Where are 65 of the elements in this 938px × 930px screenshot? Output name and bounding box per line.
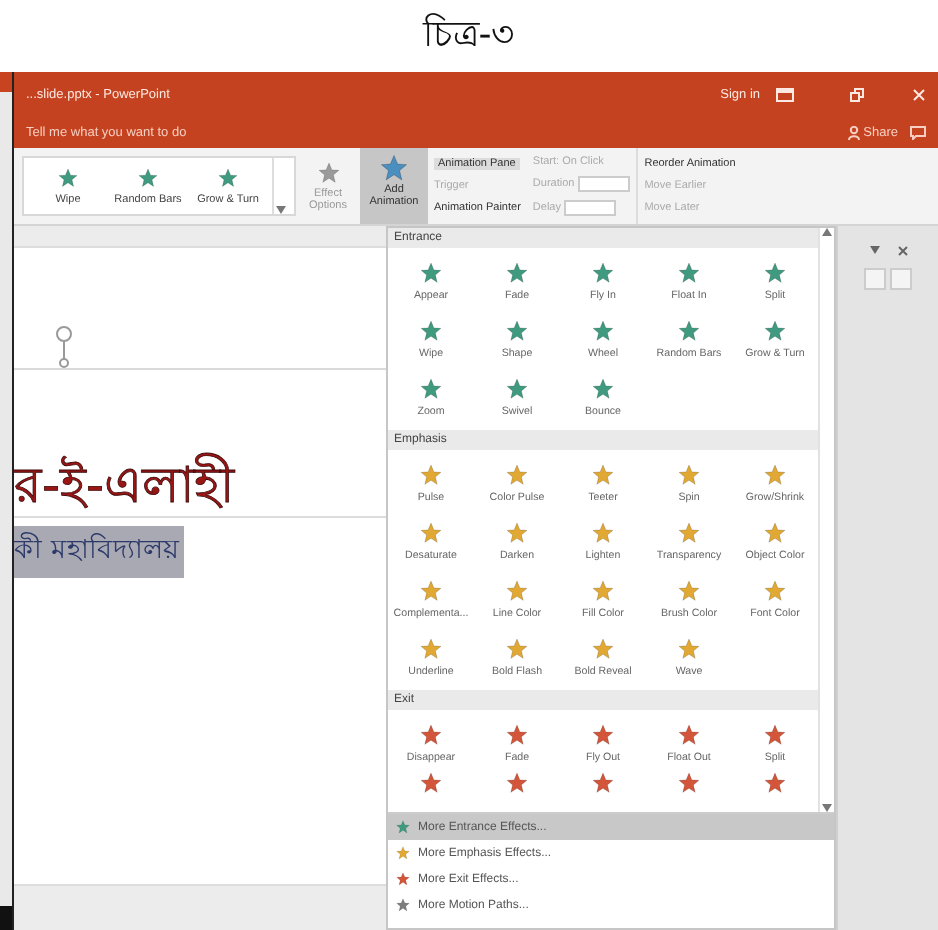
comment-icon[interactable] bbox=[910, 125, 926, 139]
star-icon bbox=[396, 872, 410, 886]
timing-field[interactable] bbox=[578, 176, 631, 192]
star-icon bbox=[592, 377, 614, 399]
star-icon bbox=[420, 579, 442, 601]
star-icon bbox=[678, 261, 700, 283]
star-icon bbox=[420, 377, 442, 399]
star-icon bbox=[592, 463, 614, 485]
star-icon bbox=[506, 377, 528, 399]
star-icon bbox=[420, 521, 442, 543]
ribbon-display-icon[interactable] bbox=[776, 87, 794, 101]
star-icon bbox=[592, 723, 614, 745]
star-icon bbox=[420, 637, 442, 659]
star-icon bbox=[678, 579, 700, 601]
star-icon bbox=[396, 898, 410, 912]
star-icon bbox=[678, 637, 700, 659]
star-icon bbox=[592, 637, 614, 659]
star-icon bbox=[506, 637, 528, 659]
figure-caption: চিত্র-৩ bbox=[422, 11, 516, 59]
slide-subtitle: কী মহাবিদ্যালয় bbox=[14, 526, 185, 579]
star-icon bbox=[592, 521, 614, 543]
star-icon bbox=[420, 723, 442, 745]
slide-title: র-ই-এলাহী bbox=[14, 454, 235, 517]
star-icon bbox=[764, 772, 786, 794]
star-icon bbox=[764, 723, 786, 745]
rotation-handle-icon[interactable] bbox=[54, 324, 74, 368]
restore-icon[interactable] bbox=[850, 87, 864, 101]
star-icon bbox=[764, 319, 786, 341]
star-icon bbox=[764, 261, 786, 283]
star-icon bbox=[592, 772, 614, 794]
star-icon bbox=[218, 167, 238, 187]
star-icon bbox=[678, 319, 700, 341]
star-icon bbox=[506, 723, 528, 745]
star-icon bbox=[506, 261, 528, 283]
star-icon bbox=[506, 579, 528, 601]
star-icon bbox=[420, 319, 442, 341]
star-icon bbox=[420, 463, 442, 485]
gallery-more-icon[interactable] bbox=[275, 206, 285, 214]
star-icon bbox=[58, 167, 78, 187]
star-icon bbox=[420, 772, 442, 794]
scrollbar[interactable] bbox=[818, 228, 834, 812]
dropdown-icon[interactable] bbox=[869, 246, 879, 254]
star-icon bbox=[506, 463, 528, 485]
timing-field[interactable] bbox=[564, 200, 617, 216]
star-icon bbox=[380, 154, 408, 182]
star-icon bbox=[678, 463, 700, 485]
star-icon bbox=[764, 579, 786, 601]
star-icon bbox=[506, 772, 528, 794]
star-icon bbox=[396, 846, 410, 860]
star-icon bbox=[678, 723, 700, 745]
star-icon bbox=[420, 261, 442, 283]
star-icon bbox=[764, 463, 786, 485]
star-icon bbox=[506, 319, 528, 341]
star-icon bbox=[592, 579, 614, 601]
star-icon bbox=[317, 161, 339, 183]
star-icon bbox=[506, 521, 528, 543]
star-icon bbox=[678, 521, 700, 543]
star-icon bbox=[592, 261, 614, 283]
star-icon bbox=[138, 167, 158, 187]
close-icon[interactable] bbox=[897, 246, 907, 256]
star-icon bbox=[592, 319, 614, 341]
star-icon bbox=[678, 772, 700, 794]
star-icon bbox=[396, 820, 410, 834]
star-icon bbox=[764, 521, 786, 543]
person-icon[interactable] bbox=[847, 125, 860, 139]
